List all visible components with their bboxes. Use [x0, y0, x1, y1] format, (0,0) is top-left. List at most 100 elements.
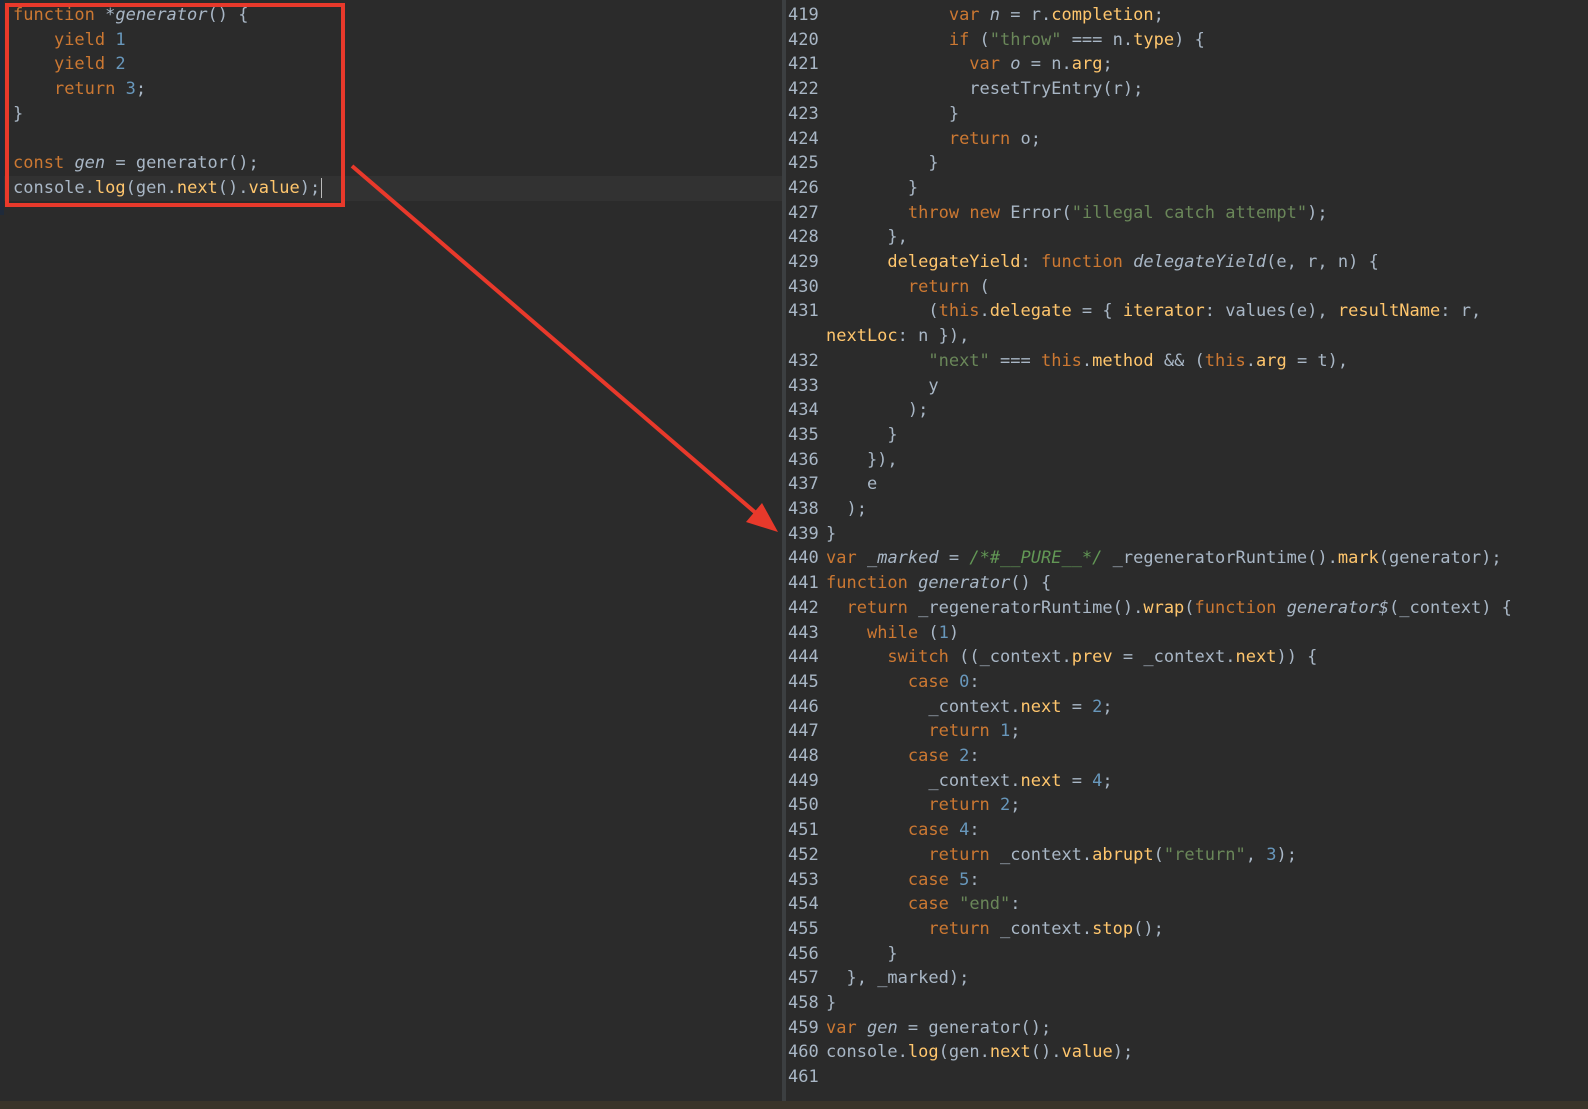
- right-code-line[interactable]: 441 function generator() {: [788, 571, 1051, 596]
- code-text: throw new Error("illegal catch attempt")…: [907, 202, 1328, 223]
- line-number: 458: [788, 993, 819, 1013]
- code-text: if ("throw" === n.type) {: [948, 29, 1205, 50]
- line-number: 427: [788, 202, 819, 223]
- code-text: resetTryEntry(r);: [969, 79, 1144, 100]
- right-code-line[interactable]: 451 case 4:: [788, 818, 980, 843]
- code-text: return 1;: [928, 721, 1021, 742]
- line-number: 434: [788, 400, 819, 421]
- code-text: (this.delegate = { iterator: values(e), …: [826, 301, 1482, 322]
- right-editor-pane[interactable]: 419 var n = r.completion; 420 if ("throw"…: [786, 0, 1588, 1109]
- line-number: 419: [788, 5, 819, 25]
- bottom-strip: [0, 1101, 1588, 1109]
- right-code-line[interactable]: nextLoc: n }),: [788, 324, 969, 349]
- code-text: return (: [907, 276, 990, 297]
- code-text: var o = n.arg;: [969, 54, 1113, 75]
- code-text: _context.next = 4;: [928, 770, 1113, 791]
- right-code-line[interactable]: 443 while (1): [788, 621, 959, 646]
- right-code-line[interactable]: 423 }: [788, 102, 959, 127]
- right-code-line[interactable]: 429 delegateYield: function delegateYiel…: [788, 250, 1379, 275]
- code-text: return o;: [948, 128, 1041, 149]
- right-code-line[interactable]: 425 }: [788, 151, 939, 176]
- right-code-line[interactable]: 438 );: [788, 497, 867, 522]
- right-code-line[interactable]: 427 throw new Error("illegal catch attem…: [788, 201, 1328, 226]
- code-text: }: [826, 523, 837, 544]
- right-code-line[interactable]: 435 }: [788, 423, 898, 448]
- line-number: 437: [788, 474, 819, 495]
- line-number: 445: [788, 671, 819, 692]
- right-code-line[interactable]: 445 case 0:: [788, 670, 980, 695]
- line-number: 455: [788, 918, 819, 939]
- line-number: 456: [788, 943, 819, 964]
- right-code-line[interactable]: 446 _context.next = 2;: [788, 695, 1113, 720]
- line-number: 448: [788, 746, 819, 766]
- right-code-line[interactable]: 437 e: [788, 472, 877, 497]
- line-number: 420: [788, 29, 819, 50]
- right-code-line[interactable]: 460 console.log(gen.next().value);: [788, 1040, 1133, 1065]
- right-code-line[interactable]: 449 _context.next = 4;: [788, 769, 1113, 794]
- right-code-line[interactable]: 456 }: [788, 942, 898, 967]
- code-text: switch ((_context.prev = _context.next))…: [887, 647, 1318, 668]
- code-text: case 4:: [907, 820, 980, 841]
- line-number: 457: [788, 968, 819, 989]
- code-text: }: [826, 993, 837, 1013]
- line-number: 424: [788, 128, 819, 149]
- right-code-line[interactable]: 426 }: [788, 176, 918, 201]
- line-number: 438: [788, 499, 819, 519]
- right-code-line[interactable]: 420 if ("throw" === n.type) {: [788, 28, 1205, 53]
- code-text: var _marked = /*#__PURE__*/ _regenerator…: [826, 548, 1502, 569]
- code-text: }),: [826, 449, 898, 470]
- line-number: 443: [788, 622, 819, 643]
- code-text: e: [866, 474, 878, 495]
- code-text: _context.next = 2;: [928, 696, 1113, 717]
- code-text: }: [826, 177, 919, 198]
- line-number: 446: [788, 696, 819, 717]
- code-text: case 5:: [907, 869, 980, 890]
- line-number: 428: [788, 227, 819, 248]
- right-code-line[interactable]: 447 return 1;: [788, 719, 1021, 744]
- right-code-line[interactable]: 457 }, _marked);: [788, 966, 969, 991]
- line-number: 440: [788, 548, 819, 569]
- right-code-line[interactable]: 433 y: [788, 374, 939, 399]
- right-code-line[interactable]: 455 return _context.stop();: [788, 917, 1164, 942]
- code-text: }: [826, 943, 898, 964]
- line-number: 450: [788, 795, 819, 816]
- code-text: y: [928, 375, 939, 396]
- line-number: 431: [788, 301, 819, 322]
- right-code-line[interactable]: 442 return _regeneratorRuntime().wrap(fu…: [788, 596, 1512, 621]
- line-number: 423: [788, 103, 819, 124]
- right-code-line[interactable]: 434 );: [788, 398, 928, 423]
- right-code-line[interactable]: 452 return _context.abrupt("return", 3);: [788, 843, 1297, 868]
- right-code-line[interactable]: 453 case 5:: [788, 868, 980, 893]
- line-number: 451: [788, 820, 819, 841]
- right-code-line[interactable]: 428 },: [788, 225, 908, 250]
- right-code-line[interactable]: 444 switch ((_context.prev = _context.ne…: [788, 645, 1317, 670]
- line-number: 449: [788, 770, 819, 791]
- line-number: 439: [788, 523, 819, 544]
- right-code-line[interactable]: 424 return o;: [788, 127, 1041, 152]
- right-code-line[interactable]: 430 return (: [788, 275, 990, 300]
- right-code-line[interactable]: 432 "next" === this.method && (this.arg …: [788, 349, 1348, 374]
- right-code-line[interactable]: 459 var gen = generator();: [788, 1016, 1051, 1041]
- right-code-line[interactable]: 461: [788, 1065, 826, 1090]
- right-code-line[interactable]: 440 var _marked = /*#__PURE__*/ _regenera…: [788, 546, 1502, 571]
- right-code-line[interactable]: 454 case "end":: [788, 892, 1021, 917]
- line-number: 461: [788, 1067, 819, 1088]
- right-code-line[interactable]: 422 resetTryEntry(r);: [788, 77, 1143, 102]
- line-number: 433: [788, 375, 819, 396]
- right-code-line[interactable]: 450 return 2;: [788, 793, 1021, 818]
- line-number: 436: [788, 449, 819, 470]
- right-code-line[interactable]: 419 var n = r.completion;: [788, 3, 1164, 28]
- right-code-line[interactable]: 439}: [788, 522, 836, 547]
- right-code-line[interactable]: 436 }),: [788, 448, 898, 473]
- line-number: 453: [788, 869, 819, 890]
- line-number: 452: [788, 844, 819, 865]
- line-number: 432: [788, 350, 819, 371]
- right-code-line[interactable]: 421 var o = n.arg;: [788, 52, 1113, 77]
- right-code-line[interactable]: 448 case 2:: [788, 744, 980, 769]
- code-text: case "end":: [907, 894, 1021, 915]
- right-code-line[interactable]: 458}: [788, 991, 836, 1016]
- code-text: case 2:: [907, 746, 980, 766]
- code-text: nextLoc: n }),: [826, 326, 970, 347]
- right-code-line[interactable]: 431 (this.delegate = { iterator: values(…: [788, 299, 1481, 324]
- code-text: );: [826, 499, 867, 519]
